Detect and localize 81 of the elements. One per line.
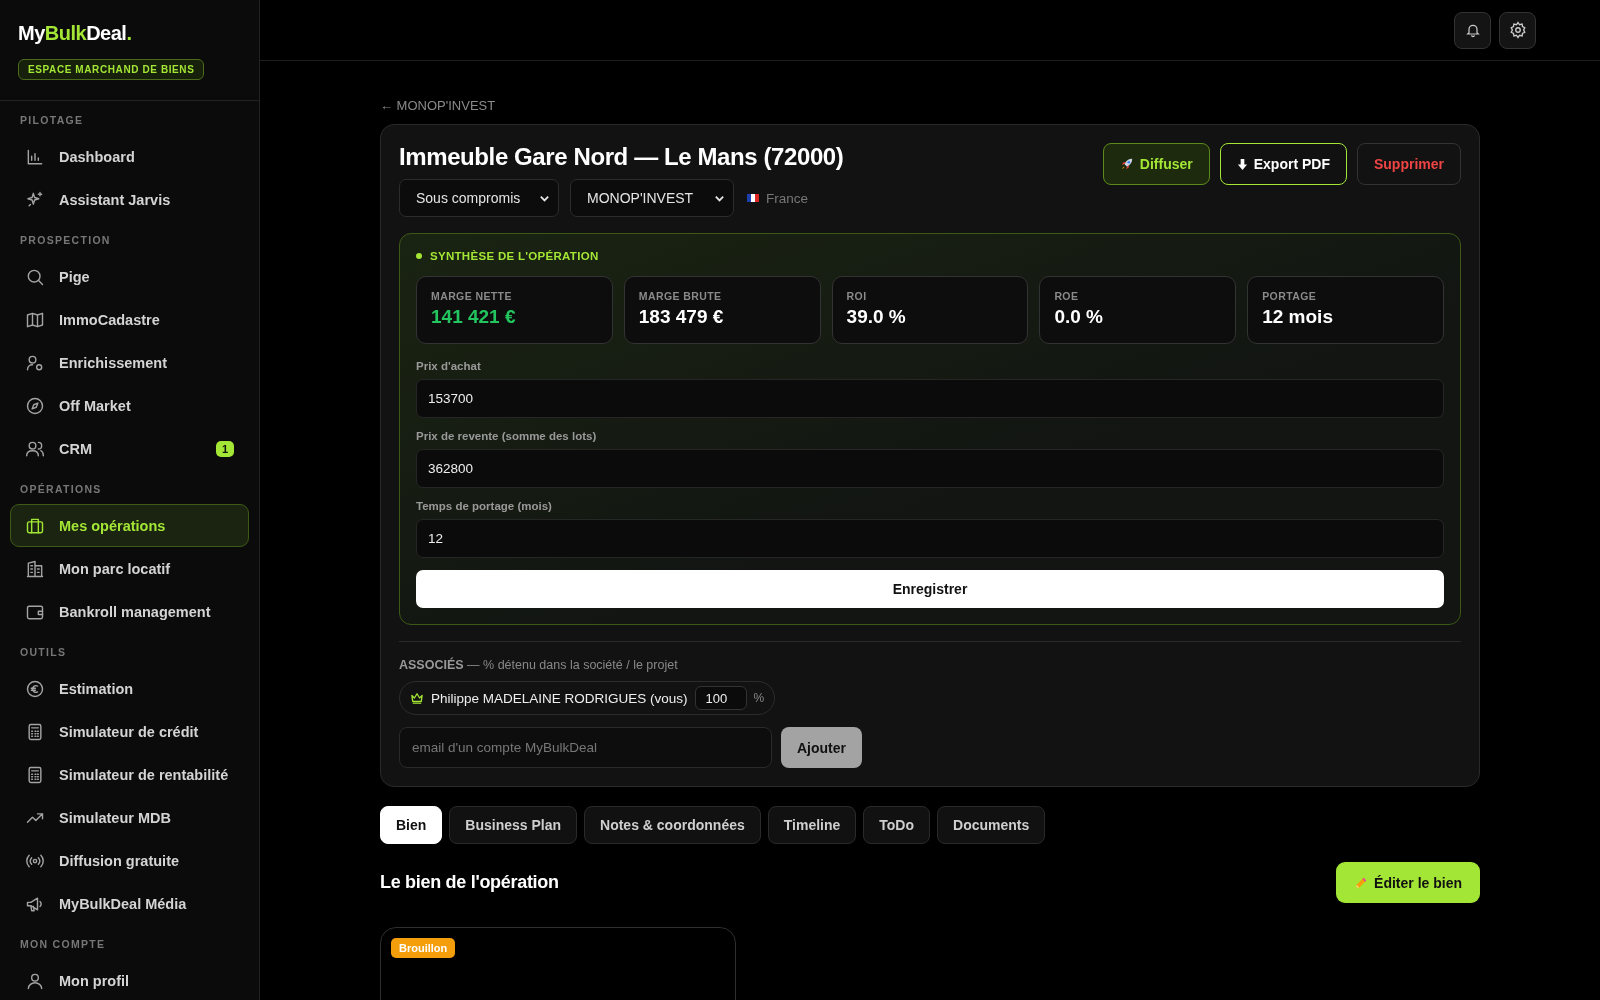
status-select[interactable]: Sous compromis bbox=[399, 179, 559, 217]
rocket-icon bbox=[1119, 157, 1134, 171]
section-heading: OUTILS bbox=[19, 645, 68, 660]
calc-icon bbox=[25, 764, 45, 785]
kpi-value: 12 mois bbox=[1262, 306, 1334, 328]
kpi-value: 183 479 € bbox=[638, 306, 725, 328]
settings-button[interactable] bbox=[1499, 11, 1536, 49]
nav-item[interactable]: Assistant Jarvis bbox=[10, 178, 249, 221]
save-button[interactable]: Enregistrer bbox=[416, 570, 1444, 608]
section-heading: OPÉRATIONS bbox=[19, 482, 103, 497]
tab[interactable]: Timeline bbox=[767, 806, 857, 844]
kpi-label: ROE bbox=[1054, 290, 1080, 302]
back-link[interactable]: ← MONOP'INVEST bbox=[380, 98, 496, 113]
nav-item[interactable]: Pige bbox=[10, 255, 249, 298]
nav-item[interactable]: Enrichissement bbox=[10, 341, 249, 384]
field-label: Prix d'achat bbox=[416, 360, 482, 372]
kpi-value: 0.0 % bbox=[1054, 306, 1104, 328]
share-button[interactable]: Diffuser bbox=[1102, 143, 1210, 185]
kpi-value: 141 421 € bbox=[431, 306, 517, 328]
nav-item[interactable]: Simulateur de crédit bbox=[10, 710, 249, 753]
tab[interactable]: Documents bbox=[937, 806, 1046, 844]
section-heading: MON COMPTE bbox=[19, 937, 107, 952]
nav-item[interactable]: CRM 1 bbox=[10, 427, 249, 470]
status-dot-icon bbox=[416, 253, 422, 259]
associate-name: Philippe MADELAINE RODRIGUES (vous) bbox=[431, 690, 688, 706]
tab[interactable]: ToDo bbox=[863, 806, 931, 844]
space-badge: ESPACE MARCHAND DE BIENS bbox=[18, 59, 205, 80]
bell-icon bbox=[1464, 22, 1481, 38]
nav-item[interactable]: Bankroll management bbox=[10, 590, 249, 633]
status-badge: Brouillon bbox=[391, 938, 456, 958]
kpi-label: PORTAGE bbox=[1262, 290, 1318, 302]
input-field[interactable]: 362800 bbox=[416, 449, 1444, 488]
count-badge: 1 bbox=[215, 440, 234, 457]
company-select[interactable]: MONOP'INVEST bbox=[570, 179, 734, 217]
field-label: Prix de revente (somme des lots) bbox=[416, 430, 598, 442]
edit-button[interactable]: Éditer le bien bbox=[1336, 862, 1480, 903]
section-heading: PILOTAGE bbox=[19, 113, 85, 128]
nav-item[interactable]: Diffusion gratuite bbox=[10, 839, 249, 882]
crown-icon bbox=[410, 692, 424, 704]
email-field[interactable]: email d'un compte MyBulkDeal bbox=[399, 727, 772, 768]
delete-button[interactable]: Supprimer bbox=[1357, 143, 1461, 185]
calc-icon bbox=[25, 721, 45, 742]
input-field[interactable]: 12 bbox=[416, 519, 1444, 558]
section-heading: PROSPECTION bbox=[19, 233, 112, 248]
share-field[interactable]: 100 bbox=[694, 686, 747, 710]
building-icon bbox=[25, 558, 45, 579]
nav-item[interactable]: Off Market bbox=[10, 384, 249, 427]
nav-item[interactable]: Simulateur de rentabilité bbox=[10, 753, 249, 796]
nav-item[interactable]: Simulateur MDB bbox=[10, 796, 249, 839]
nav-item[interactable]: Mes opérations bbox=[10, 504, 249, 547]
tab[interactable]: Business Plan bbox=[449, 806, 578, 844]
download-icon bbox=[1236, 157, 1248, 171]
nav-item[interactable]: ImmoCadastre bbox=[10, 298, 249, 341]
nav-item[interactable]: Mon parc locatif bbox=[10, 547, 249, 590]
settings-icon bbox=[1508, 21, 1527, 39]
synthesis-title: SYNTHÈSE DE L'OPÉRATION bbox=[430, 250, 599, 262]
flag-icon bbox=[747, 194, 759, 202]
euro-icon bbox=[25, 678, 45, 699]
associates-title: ASSOCIÉS — % détenu dans la société / le projet bbox=[399, 658, 678, 672]
export-button[interactable]: Export PDF bbox=[1219, 143, 1347, 185]
add-button[interactable]: Ajouter bbox=[781, 727, 862, 768]
operation-title: Immeuble Gare Nord — Le Mans (72000) bbox=[399, 143, 844, 171]
pencil-icon bbox=[1354, 875, 1369, 890]
kpi-value: 39.0 % bbox=[846, 306, 907, 328]
kpi-label: MARGE NETTE bbox=[431, 290, 513, 302]
notifications-button[interactable] bbox=[1454, 11, 1491, 49]
percent-unit: % bbox=[753, 691, 765, 705]
field-label: Temps de portage (mois) bbox=[416, 500, 553, 512]
logo[interactable]: MyBulkDeal. bbox=[18, 22, 132, 45]
kpi-label: MARGE BRUTE bbox=[638, 290, 723, 302]
nav-item[interactable]: Estimation bbox=[10, 667, 249, 710]
nav-item[interactable]: MyBulkDeal Média bbox=[10, 882, 249, 925]
nav-item[interactable]: Mon profil bbox=[10, 959, 249, 1000]
input-field[interactable]: 153700 bbox=[416, 379, 1444, 418]
tab[interactable]: Notes & coordonnées bbox=[584, 806, 761, 844]
country-label: France bbox=[766, 190, 809, 206]
compass-icon bbox=[25, 395, 45, 416]
kpi-label: ROI bbox=[846, 290, 868, 302]
section-title: Le bien de l'opération bbox=[380, 872, 559, 893]
nav-item[interactable]: Dashboard bbox=[10, 135, 249, 178]
tab[interactable]: Bien bbox=[380, 806, 443, 844]
